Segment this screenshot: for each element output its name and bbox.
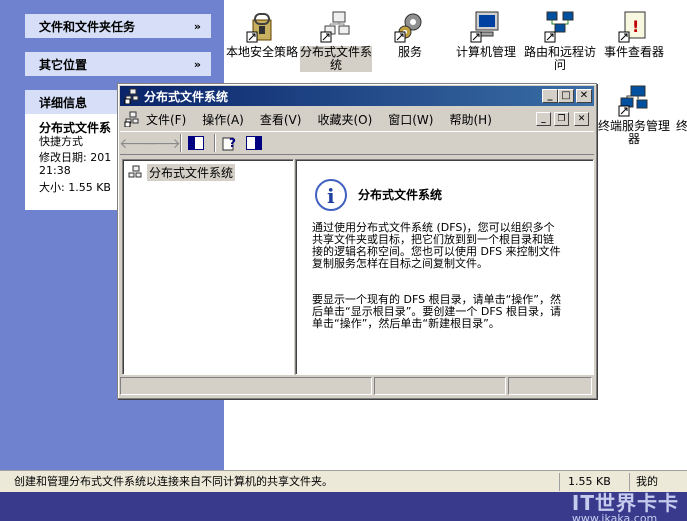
explorer-status-bar: 创建和管理分布式文件系统以连接来自不同计算机的共享文件夹。 1.55 KB 我的 [0,470,687,492]
menu-help[interactable]: 帮助(H) [449,111,491,128]
chevron-down-icon[interactable]: » [194,58,201,71]
instructions-paragraph: 要显示一个现有的 DFS 根目录，请单击“操作”，然后单击“显示根目录”。要创建… [312,293,561,330]
toolbar: 🡐 🡒 ? [119,131,594,155]
status-cell [120,377,372,395]
dfs-shortcut[interactable]: 分布式文件系统 [300,4,372,72]
details-label: 详细信息 [39,95,88,110]
action-pane-icon[interactable] [244,134,264,152]
icon-label: 事件查看器 [603,45,664,59]
status-cell [508,377,592,395]
chevron-down-icon[interactable]: » [194,20,201,33]
toolbar-separator [180,134,182,152]
toolbar-separator [214,134,216,152]
icon-label: 路由和远程访问 [524,45,597,72]
show-hide-tree-icon[interactable] [186,134,206,152]
forward-arrow-icon[interactable]: 🡒 [143,134,181,152]
svg-text:?: ? [229,136,236,150]
menu-favorites[interactable]: 收藏夹(O) [317,111,372,128]
close-button[interactable]: ✕ [576,89,592,103]
status-zone: 我的 [636,474,658,488]
maximize-button[interactable]: □ [558,89,574,103]
dfs-app-icon [124,88,139,104]
menu-bar: 文件(F) 操作(A) 查看(V) 收藏夹(O) 窗口(W) 帮助(H) _ ❐… [120,108,594,130]
child-minimize-button[interactable]: _ [536,112,551,126]
icon-label: 服务 [397,45,422,59]
watermark-logo: IT世界卡卡 [571,491,679,515]
icon-label: 终 [676,119,687,133]
window-title: 分布式文件系统 [144,89,229,104]
other-places-panel[interactable]: 其它位置 » [25,52,211,76]
local-security-policy-shortcut[interactable]: 本地安全策略 [226,4,298,59]
event-viewer-shortcut[interactable]: ! 事件查看器 [598,4,670,59]
menu-file[interactable]: 文件(F) [146,111,186,128]
menu-window[interactable]: 窗口(W) [388,111,433,128]
icon-label: 计算机管理 [455,45,516,59]
svg-text:!: ! [632,17,639,36]
dfs-menu-icon[interactable] [124,111,140,127]
console-tree[interactable]: 分布式文件系统 [122,159,294,375]
dfs-icon [319,10,353,44]
info-icon: i [315,179,347,211]
services-shortcut[interactable]: 服务 [374,4,446,59]
computer-management-icon [469,10,503,44]
computer-management-shortcut[interactable]: 计算机管理 [450,4,522,59]
description-paragraph: 通过使用分布式文件系统 (DFS)，您可以组织多个共享文件夹或目标，把它们放到到… [312,221,561,270]
window-titlebar[interactable]: 分布式文件系统 _ □ ✕ [120,86,594,106]
file-folder-tasks-header[interactable]: 文件和文件夹任务 » [25,14,211,38]
tree-item-label: 分布式文件系统 [147,164,236,181]
watermark-url: www.ikaka.com [571,512,658,521]
status-cell [374,377,506,395]
icon-label: 分布式文件系统 [300,45,373,72]
child-close-button[interactable]: ✕ [574,112,589,126]
svg-text:i: i [327,184,335,208]
routing-remote-access-shortcut[interactable]: 路由和远程访问 [524,4,596,72]
icon-label: 本地安全策略 [226,45,299,59]
status-text: 创建和管理分布式文件系统以连接来自不同计算机的共享文件夹。 [0,472,560,491]
services-icon [393,10,427,44]
terminal-services-manager-icon [617,84,651,118]
terminal-icon [660,84,680,118]
console-status-bar [120,377,594,397]
tree-item-dfs[interactable]: 分布式文件系统 [127,164,236,181]
dfs-tree-icon [128,165,142,177]
event-viewer-icon: ! [617,10,651,44]
dfs-console-window[interactable]: 分布式文件系统 _ □ ✕ 文件(F) 操作(A) 查看(V) 收藏夹(O) 窗… [117,83,597,399]
file-folder-tasks-label: 文件和文件夹任务 [39,19,136,34]
status-size: 1.55 KB [560,472,630,491]
other-places-label: 其它位置 [39,57,88,72]
details-pane: i 分布式文件系统 通过使用分布式文件系统 (DFS)，您可以组织多个共享文件夹… [295,159,594,375]
terminal-shortcut[interactable]: 终 [660,78,687,133]
child-restore-button[interactable]: ❐ [554,112,569,126]
minimize-button[interactable]: _ [542,89,558,103]
watermark: IT世界卡卡 www.ikaka.com [571,491,679,521]
other-places-header[interactable]: 其它位置 » [25,52,211,76]
content-title: 分布式文件系统 [358,188,443,202]
file-folder-tasks-panel[interactable]: 文件和文件夹任务 » [25,14,211,38]
help-icon[interactable]: ? [220,134,240,152]
local-security-policy-icon [245,10,279,44]
routing-remote-access-icon [543,10,577,44]
menu-action[interactable]: 操作(A) [202,111,244,128]
menu-view[interactable]: 查看(V) [260,111,302,128]
